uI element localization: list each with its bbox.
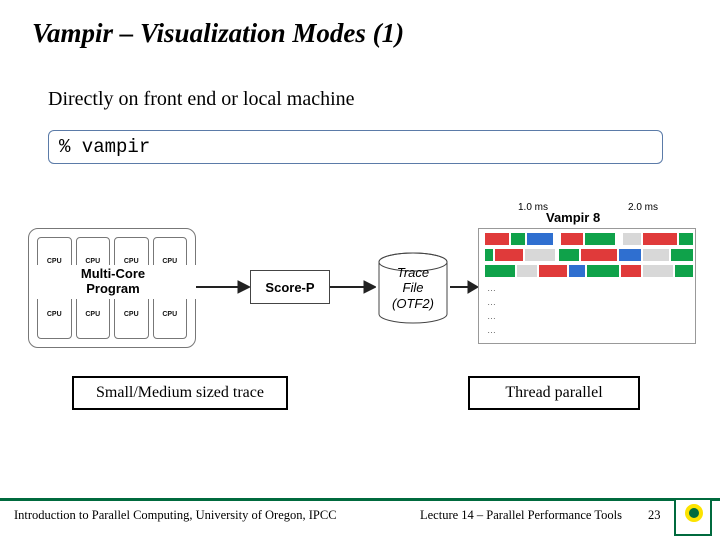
ellipsis: … [487, 325, 496, 335]
page-number: 23 [648, 508, 661, 523]
ellipsis: … [487, 297, 496, 307]
timeline-segment [679, 233, 693, 245]
timeline-segment [485, 265, 515, 277]
timeline-segment [559, 249, 579, 261]
multicore-label: Multi-Core Program [29, 265, 197, 299]
timeline-segment [643, 233, 677, 245]
timeline-segment [525, 249, 555, 261]
trace-l2: File [392, 280, 434, 296]
thread-parallel-box: Thread parallel [468, 376, 640, 410]
trace-l3: (OTF2) [392, 296, 434, 312]
timeline-segment [621, 265, 641, 277]
timeline-segment [619, 249, 641, 261]
slide-title: Vampir – Visualization Modes (1) [32, 18, 404, 49]
vampir8-panel: Vampir 8 … … … … [478, 210, 698, 344]
timeline-row [483, 233, 691, 245]
timeline-segment [585, 233, 615, 245]
command-text: % vampir [59, 136, 150, 158]
scorep-box: Score-P [250, 270, 330, 304]
timeline-segment [495, 249, 523, 261]
footer-mid: Lecture 14 – Parallel Performance Tools [420, 508, 622, 523]
timeline-segment [643, 249, 669, 261]
uoregon-logo [674, 498, 712, 536]
timeline-segment [675, 265, 693, 277]
thread-parallel-label: Thread parallel [505, 384, 602, 402]
timeline-segment [569, 265, 585, 277]
timeline-segment [485, 233, 509, 245]
footer-divider [0, 498, 720, 501]
timeline-row [483, 265, 691, 277]
command-box: % vampir [48, 130, 663, 164]
timeline-row [483, 249, 691, 261]
multicore-label-l2: Program [29, 282, 197, 297]
timeline-segment [527, 233, 553, 245]
timeline-segment [643, 265, 673, 277]
timeline-segment [561, 233, 583, 245]
small-trace-box: Small/Medium sized trace [72, 376, 288, 410]
arrow-icon [450, 278, 478, 296]
timeline-segment [587, 265, 619, 277]
footer-left: Introduction to Parallel Computing, Univ… [14, 508, 337, 523]
timeline-segment [539, 265, 567, 277]
scorep-label: Score-P [265, 280, 314, 295]
timeline-segment [485, 249, 493, 261]
ellipsis: … [487, 283, 496, 293]
arrow-icon [330, 278, 376, 296]
small-trace-label: Small/Medium sized trace [96, 384, 264, 402]
timeline-segment [581, 249, 617, 261]
multicore-label-l1: Multi-Core [29, 267, 197, 282]
slide-subtitle: Directly on front end or local machine [48, 88, 355, 111]
vampir8-label: Vampir 8 [546, 210, 600, 225]
timeline-segment [623, 233, 641, 245]
timeline-segment [671, 249, 693, 261]
timeline-segment [511, 233, 525, 245]
timeline-segment [517, 265, 537, 277]
multicore-panel: CPU CPU CPU CPU CPU CPU CPU CPU Multi-Co… [28, 228, 196, 348]
ellipsis: … [487, 311, 496, 321]
trace-file-icon: Trace File (OTF2) [376, 252, 450, 324]
diagram-area: CPU CPU CPU CPU CPU CPU CPU CPU Multi-Co… [18, 228, 698, 388]
arrow-icon [196, 278, 250, 296]
timeline-box: … … … … [478, 228, 696, 344]
trace-l1: Trace [392, 265, 434, 281]
